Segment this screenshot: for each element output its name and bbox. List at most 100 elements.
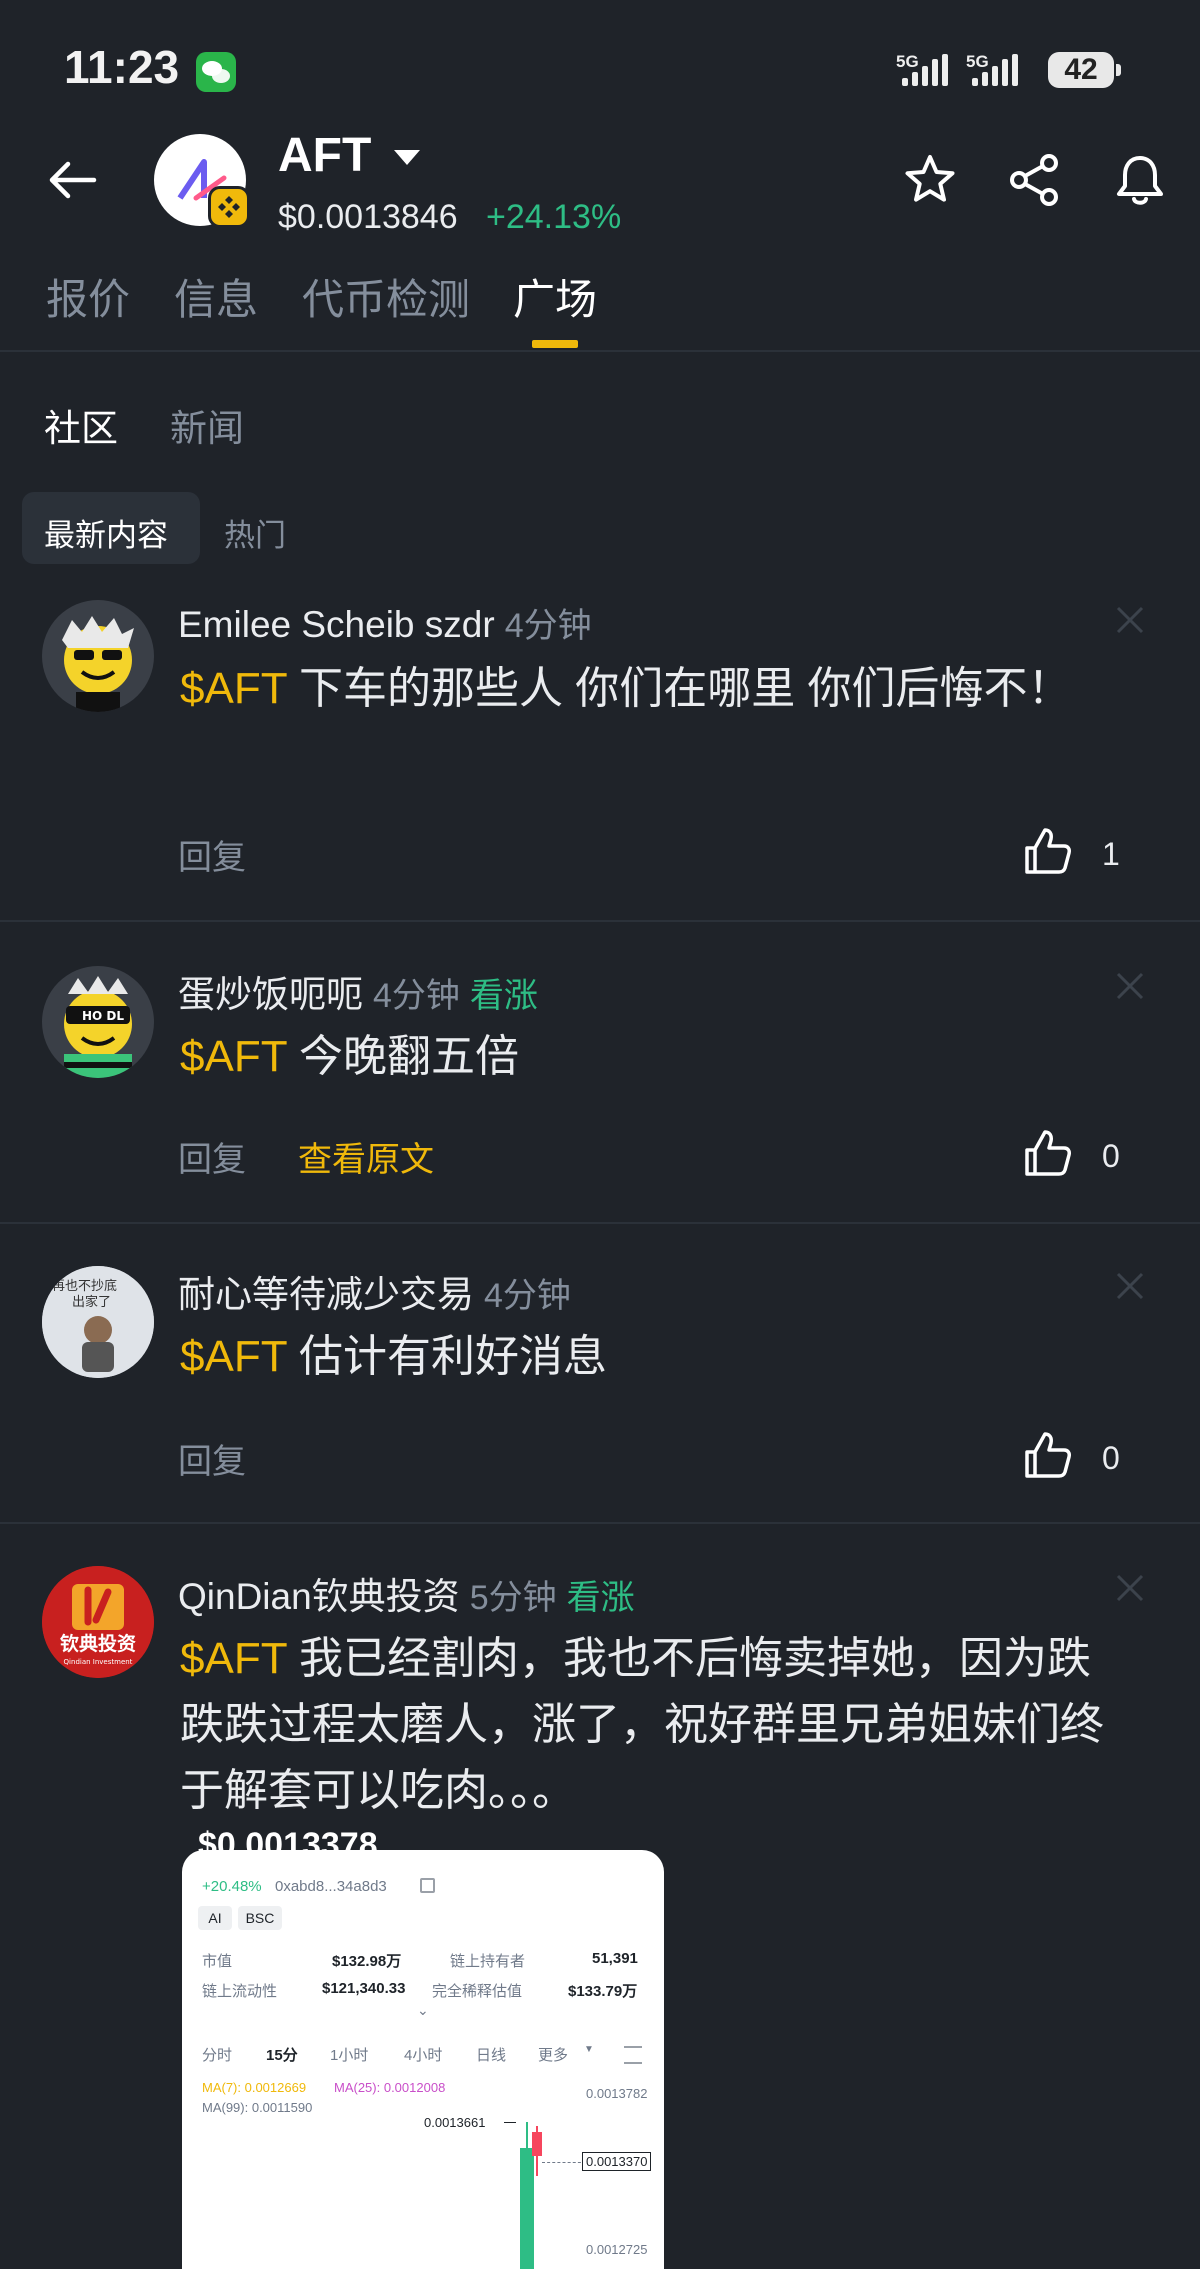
thumbs-up-icon[interactable] <box>1022 1128 1072 1178</box>
att-interval: 更多 <box>538 2047 569 2064</box>
att-axis-top: 0.0013782 <box>586 2086 648 2101</box>
att-stat-label: 链上流动性 <box>202 1983 278 2000</box>
username[interactable]: 耐心等待减少交易 <box>178 1274 474 1315</box>
cashtag-link[interactable]: $AFT <box>180 1634 287 1683</box>
status-time: 11:23 <box>64 41 180 93</box>
token-price: $0.0013846 <box>278 198 458 236</box>
expand-chevron-icon: ⌄ <box>417 2002 429 2018</box>
close-icon[interactable] <box>1112 602 1148 638</box>
att-interval: 1小时 <box>330 2047 369 2064</box>
tab-token-check[interactable]: 代币检测 <box>302 266 470 327</box>
candle-up <box>520 2148 534 2269</box>
att-interval: 日线 <box>476 2047 507 2064</box>
settings-icon <box>624 2046 642 2064</box>
post-time: 4分钟 <box>373 977 460 1015</box>
att-badge: AI <box>198 1906 232 1930</box>
att-stat-label: 链上持有者 <box>450 1953 526 1970</box>
username[interactable]: Emilee Scheib szdr <box>178 604 495 645</box>
tab-square[interactable]: 广场 <box>513 266 597 327</box>
att-stat-label: 市值 <box>202 1953 233 1970</box>
reply-button[interactable]: 回复 <box>178 1132 246 1181</box>
price-change: +24.13% <box>486 198 622 236</box>
avatar[interactable]: 再也不抄底 出家了 <box>42 1266 154 1378</box>
att-interval: 4小时 <box>404 2047 443 2064</box>
thumbs-up-icon[interactable] <box>1022 1430 1072 1480</box>
att-axis-bottom: 0.0012725 <box>586 2242 648 2257</box>
bullish-tag: 看涨 <box>566 1579 635 1617</box>
close-icon[interactable] <box>1112 968 1148 1004</box>
subtab-community[interactable]: 社区 <box>44 398 118 452</box>
post-separator <box>0 1222 1200 1224</box>
att-interval: 分时 <box>202 2047 233 2064</box>
avatar-text: 出家了 <box>72 1294 111 1310</box>
post-text: $AFT 我已经割肉，我也不后悔卖掉她，因为跌跌跌过程太磨人，涨了，祝好群里兄弟… <box>180 1634 1104 1815</box>
like-count: 1 <box>1102 836 1120 872</box>
filter-hot[interactable]: 热门 <box>224 510 286 555</box>
avatar[interactable] <box>42 600 154 712</box>
post-user[interactable]: 耐心等待减少交易 4分钟 <box>178 1264 571 1318</box>
candle-down <box>532 2132 542 2156</box>
username[interactable]: 蛋炒饭呃呃 <box>178 974 363 1015</box>
att-stat-label: 完全稀释估值 <box>432 1983 523 2000</box>
att-current: 0.0013370 <box>582 2152 652 2171</box>
cashtag-link[interactable]: $AFT <box>180 1032 287 1081</box>
post-text: $AFT 今晚翻五倍 <box>180 1032 520 1081</box>
bullish-tag: 看涨 <box>469 977 538 1015</box>
att-high-label: 0.0013661 <box>424 2115 486 2130</box>
att-interval-active: 15分 <box>266 2047 298 2064</box>
like-count: 0 <box>1102 1440 1120 1476</box>
post-time: 4分钟 <box>484 1277 571 1315</box>
attachment-image[interactable]: +20.48% 0xabd8...34a8d3 AI BSC 市值 $132.9… <box>182 1850 664 2269</box>
back-arrow-icon[interactable] <box>48 160 98 200</box>
post-separator <box>0 920 1200 922</box>
token-dropdown-icon[interactable] <box>394 150 420 165</box>
tab-info[interactable]: 信息 <box>174 266 258 327</box>
more-caret-icon: ▼ <box>584 2044 594 2055</box>
tab-quote[interactable]: 报价 <box>46 266 130 327</box>
avatar[interactable]: HO DL <box>42 966 154 1078</box>
star-icon[interactable] <box>902 152 958 208</box>
signal-icon-2 <box>972 54 1018 86</box>
reply-button[interactable]: 回复 <box>178 830 246 879</box>
avatar-text: Qindian Investment <box>64 1658 133 1666</box>
post-user[interactable]: Emilee Scheib szdr 4分钟 <box>178 598 592 647</box>
att-address: 0xabd8...34a8d3 <box>275 1878 387 1895</box>
cashtag-link[interactable]: $AFT <box>180 1332 287 1381</box>
cashtag-link[interactable]: $AFT <box>180 664 287 713</box>
share-icon[interactable] <box>1007 152 1063 208</box>
avatar-text: 钦典投资 <box>60 1632 136 1655</box>
att-stat-value: $133.79万 <box>568 1983 638 2000</box>
avatar[interactable]: 钦典投资 Qindian Investment <box>42 1566 154 1678</box>
att-ma25: MA(25): 0.0012008 <box>334 2080 446 2095</box>
att-stat-value: 51,391 <box>592 1950 638 1967</box>
like-count: 0 <box>1102 1138 1120 1174</box>
current-price-line <box>542 2162 586 2163</box>
att-change: +20.48% <box>202 1878 262 1895</box>
bell-icon[interactable] <box>1112 152 1168 208</box>
username[interactable]: QinDian钦典投资 <box>178 1576 460 1617</box>
tabs-divider <box>0 350 1200 352</box>
att-ma99: MA(99): 0.0011590 <box>202 2100 313 2115</box>
close-icon[interactable] <box>1112 1570 1148 1606</box>
avatar-text: 再也不抄底 <box>52 1278 117 1294</box>
post-user[interactable]: 蛋炒饭呃呃 4分钟 看涨 <box>178 964 538 1018</box>
view-original-button[interactable]: 查看原文 <box>298 1132 434 1181</box>
filter-latest[interactable]: 最新内容 <box>44 510 168 555</box>
reply-button[interactable]: 回复 <box>178 1434 246 1483</box>
att-badge: BSC <box>238 1906 282 1930</box>
battery-tip <box>1116 64 1121 76</box>
post-user[interactable]: QinDian钦典投资 5分钟 看涨 <box>178 1566 635 1620</box>
close-icon[interactable] <box>1112 1268 1148 1304</box>
subtab-news[interactable]: 新闻 <box>170 398 244 452</box>
post-text: $AFT 估计有利好消息 <box>180 1332 608 1381</box>
signal-icon-1 <box>902 54 948 86</box>
bnb-chain-badge-icon <box>208 186 250 228</box>
active-tab-indicator <box>532 340 578 348</box>
thumbs-up-icon[interactable] <box>1022 826 1072 876</box>
copy-icon <box>420 1878 435 1893</box>
token-name[interactable]: AFT <box>278 128 371 183</box>
high-pointer <box>504 2122 516 2123</box>
att-ma7: MA(7): 0.0012669 <box>202 2080 307 2095</box>
battery-icon: 42 <box>1048 52 1114 88</box>
att-stat-value: $121,340.33 <box>322 1980 406 1997</box>
